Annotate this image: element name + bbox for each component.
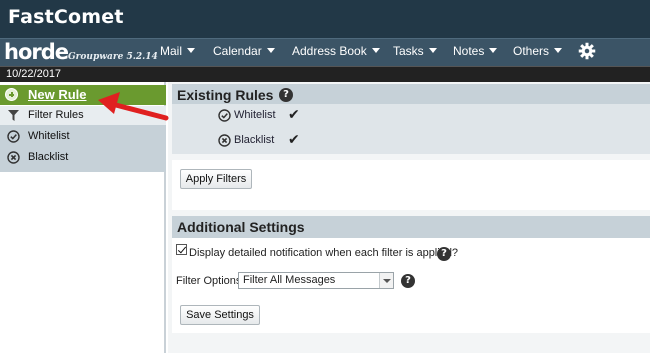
menu-others-label: Others (513, 44, 550, 58)
menu-mail-label: Mail (160, 44, 183, 58)
menu-address-book[interactable]: Address Book (292, 44, 380, 58)
existing-rules-list: Whitelist ✔ Blacklist ✔ (172, 104, 650, 154)
save-settings-button[interactable]: Save Settings (180, 305, 260, 325)
filter-icon (8, 110, 19, 121)
date-bar: 10/22/2017 (0, 66, 650, 82)
chevron-down-icon (554, 48, 563, 53)
sidebar-item-label: Blacklist (28, 151, 69, 163)
menu-calendar[interactable]: Calendar (213, 44, 275, 58)
x-circle-icon (218, 134, 231, 147)
new-rule-label: New Rule (28, 87, 87, 102)
checkmark-icon[interactable]: ✔ (288, 132, 300, 148)
apply-filters-area: Apply Filters (172, 160, 650, 210)
sidebar-item-label: Whitelist (28, 130, 70, 142)
menu-address-book-label: Address Book (292, 44, 367, 58)
existing-rules-header: Existing Rules ? (172, 84, 650, 106)
menu-tasks[interactable]: Tasks (393, 44, 437, 58)
additional-settings-panel: Display detailed notification when each … (172, 238, 650, 333)
rule-name[interactable]: Blacklist (234, 134, 274, 146)
check-circle-icon (7, 130, 20, 143)
existing-rules-title: Existing Rules (177, 87, 274, 103)
x-circle-icon (7, 151, 20, 164)
additional-settings-title: Additional Settings (177, 219, 305, 235)
filter-options-label: Filter Options (176, 275, 242, 287)
chevron-down-icon (428, 48, 437, 53)
horde-logo[interactable]: horde (4, 40, 69, 64)
chevron-down-icon (489, 48, 498, 53)
current-date: 10/22/2017 (6, 68, 62, 80)
menu-mail[interactable]: Mail (160, 44, 196, 58)
filter-options-select[interactable]: Filter All Messages (238, 272, 394, 289)
help-icon[interactable]: ? (401, 274, 415, 288)
menu-tasks-label: Tasks (393, 44, 424, 58)
notification-checkbox[interactable] (176, 244, 187, 255)
chevron-down-icon (266, 48, 275, 53)
notification-label: Display detailed notification when each … (189, 247, 459, 259)
apply-filters-button[interactable]: Apply Filters (180, 169, 252, 189)
chevron-down-icon (371, 48, 380, 53)
checkmark-icon[interactable]: ✔ (288, 107, 300, 123)
menu-notes[interactable]: Notes (453, 44, 498, 58)
sidebar-item-label: Filter Rules (28, 109, 84, 121)
chevron-down-icon (379, 273, 393, 288)
main-menu-bar: horde Groupware 5.2.14 Mail Calendar Add… (0, 38, 650, 66)
menu-calendar-label: Calendar (213, 44, 262, 58)
app-version: Groupware 5.2.14 (68, 52, 158, 62)
menu-notes-label: Notes (453, 44, 485, 58)
brand-bar: FastComet (0, 0, 650, 38)
menu-others[interactable]: Others (513, 44, 563, 58)
annotation-arrow-icon (98, 92, 169, 121)
main-content: Existing Rules ? Whitelist ✔ Blacklist ✔… (168, 82, 650, 353)
check-circle-icon (218, 109, 231, 122)
help-icon[interactable]: ? (437, 247, 451, 261)
help-icon[interactable]: ? (279, 88, 293, 102)
gear-icon[interactable] (578, 42, 596, 60)
rule-name[interactable]: Whitelist (234, 109, 276, 121)
additional-settings-header: Additional Settings (172, 216, 650, 238)
filter-options-value: Filter All Messages (243, 274, 336, 286)
plus-icon (5, 88, 18, 101)
brand-name: FastComet (8, 6, 124, 28)
chevron-down-icon (187, 48, 196, 53)
sidebar-item-blacklist[interactable]: Blacklist (0, 148, 166, 167)
